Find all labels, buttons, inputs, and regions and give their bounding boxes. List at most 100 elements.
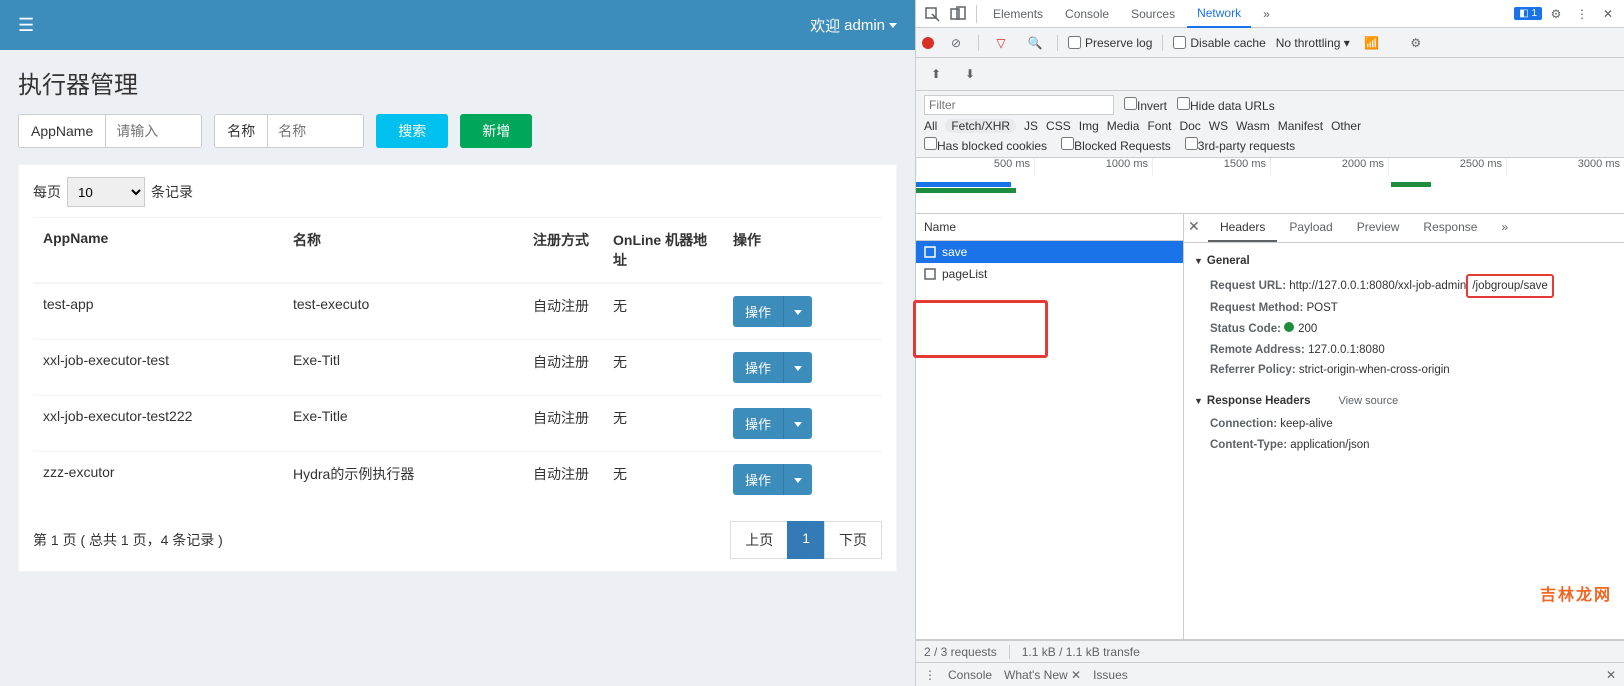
hide-urls-ck[interactable]: Hide data URLs (1177, 97, 1275, 113)
download-icon[interactable]: ⬇ (958, 62, 982, 86)
table-row: test-apptest-executo自动注册无操作 (33, 283, 882, 340)
detail-body: General Request URL: http://127.0.0.1:80… (1184, 243, 1624, 639)
tab-network[interactable]: Network (1187, 0, 1251, 28)
filter-input[interactable] (924, 95, 1114, 115)
search-button[interactable]: 搜索 (376, 114, 448, 148)
action-button[interactable]: 操作 (733, 408, 783, 439)
gear-icon[interactable]: ⚙ (1544, 2, 1568, 26)
table-footer: 第 1 页 ( 总共 1 页，4 条记录 ) 上页 1 下页 (33, 521, 882, 559)
tab-elements[interactable]: Elements (983, 0, 1053, 28)
type-filters: All Fetch/XHR JS CSS Img Media Font Doc WS Wasm Ma… (924, 119, 1616, 133)
device-icon[interactable] (946, 2, 970, 26)
tab-more[interactable]: » (1253, 0, 1280, 28)
action-caret[interactable] (783, 408, 812, 439)
dtab-payload[interactable]: Payload (1277, 214, 1344, 242)
disable-cache-ck[interactable]: Disable cache (1173, 36, 1265, 50)
extra-filter-ck[interactable]: Has blocked cookies (924, 137, 1047, 153)
type-filter[interactable]: Doc (1179, 119, 1200, 133)
record-button[interactable] (922, 37, 934, 49)
request-item[interactable]: save (916, 241, 1183, 263)
extra-filters: Has blocked cookies Blocked Requests 3rd-p… (924, 137, 1616, 153)
type-filter[interactable]: Font (1147, 119, 1171, 133)
add-button[interactable]: 新增 (460, 114, 532, 148)
type-filter[interactable]: Fetch/XHR (945, 119, 1016, 133)
network-toolbar: ⊘ ▽ 🔍 Preserve log Disable cache No thro… (916, 28, 1624, 58)
name-label: 名称 (215, 115, 268, 147)
clear-icon[interactable]: ⊘ (944, 31, 968, 55)
tab-sources[interactable]: Sources (1121, 0, 1185, 28)
close-detail-icon[interactable]: ✕ (1188, 218, 1200, 235)
devtools-tabs: Elements Console Sources Network » ◧ 1 ⚙… (916, 0, 1624, 28)
close-devtools-icon[interactable]: ✕ (1596, 2, 1620, 26)
tab-console[interactable]: Console (1055, 0, 1119, 28)
extra-filter-ck[interactable]: 3rd-party requests (1185, 137, 1295, 153)
appname-label: AppName (19, 115, 106, 147)
action-button[interactable]: 操作 (733, 296, 783, 327)
page-size-prefix: 每页 (33, 182, 61, 202)
type-filter[interactable]: Img (1079, 119, 1099, 133)
action-caret[interactable] (783, 296, 812, 327)
type-filter[interactable]: JS (1024, 119, 1038, 133)
dtab-headers[interactable]: Headers (1208, 214, 1277, 242)
prev-page[interactable]: 上页 (730, 521, 788, 559)
hamburger-icon[interactable]: ☰ (18, 15, 34, 36)
issue-badge[interactable]: ◧ 1 (1514, 7, 1542, 20)
user-menu[interactable]: 欢迎 admin (810, 15, 897, 36)
wifi-icon[interactable]: 📶 (1360, 31, 1384, 55)
watermark: 吉林龙网 (1540, 581, 1612, 605)
request-item[interactable]: pageList (916, 263, 1183, 285)
search-icon[interactable]: 🔍 (1023, 31, 1047, 55)
preserve-log-ck[interactable]: Preserve log (1068, 36, 1152, 50)
inspect-icon[interactable] (920, 2, 944, 26)
action-caret[interactable] (783, 352, 812, 383)
next-page[interactable]: 下页 (824, 521, 882, 559)
name-input[interactable] (268, 115, 363, 147)
dtab-response[interactable]: Response (1411, 214, 1489, 242)
invert-ck[interactable]: Invert (1124, 97, 1167, 113)
throttle-select[interactable]: No throttling ▾ (1276, 36, 1350, 50)
upload-icon[interactable]: ⬆ (924, 62, 948, 86)
appname-group: AppName (18, 114, 202, 148)
type-filter[interactable]: All (924, 119, 937, 133)
type-filter[interactable]: Other (1331, 119, 1361, 133)
dtab-more[interactable]: » (1489, 214, 1520, 242)
devtools-pane: Elements Console Sources Network » ◧ 1 ⚙… (915, 0, 1624, 686)
executor-table: AppName 名称 注册方式 OnLine 机器地址 操作 test-appt… (33, 217, 882, 507)
type-filter[interactable]: CSS (1046, 119, 1071, 133)
resp-headers-section[interactable]: Response HeadersView source (1194, 391, 1614, 412)
drawer-console[interactable]: Console (948, 668, 992, 682)
view-source-link[interactable]: View source (1338, 392, 1398, 412)
request-detail: ✕ Headers Payload Preview Response » Gen… (1184, 214, 1624, 639)
filter-icon[interactable]: ▽ (989, 31, 1013, 55)
action-caret[interactable] (783, 464, 812, 495)
th-online: OnLine 机器地址 (603, 218, 723, 284)
action-button[interactable]: 操作 (733, 464, 783, 495)
type-filter[interactable]: WS (1209, 119, 1228, 133)
page-size-select[interactable]: 10 (67, 177, 145, 207)
waterfall[interactable]: 500 ms1000 ms1500 ms2000 ms2500 ms3000 m… (916, 158, 1624, 214)
table-row: xxl-job-executor-test222Exe-Title自动注册无操作 (33, 396, 882, 452)
drawer-whatsnew[interactable]: What's New ✕ (1004, 668, 1081, 682)
th-name: 名称 (283, 218, 523, 284)
table-row: xxl-job-executor-testExe-Titl自动注册无操作 (33, 340, 882, 396)
topbar: ☰ 欢迎 admin (0, 0, 915, 50)
th-appname: AppName (33, 218, 283, 284)
extra-filter-ck[interactable]: Blocked Requests (1061, 137, 1171, 153)
dtab-preview[interactable]: Preview (1345, 214, 1412, 242)
appname-input[interactable] (106, 115, 201, 147)
gear-icon-2[interactable]: ⚙ (1404, 31, 1428, 55)
general-section[interactable]: General (1194, 251, 1614, 272)
req-list-header: Name (916, 214, 1183, 241)
drawer-kebab[interactable]: ⋮ (924, 668, 936, 682)
request-list: Name savepageList (916, 214, 1184, 639)
action-button[interactable]: 操作 (733, 352, 783, 383)
type-filter[interactable]: Wasm (1236, 119, 1270, 133)
drawer-close-icon[interactable]: ✕ (1606, 668, 1616, 682)
page-1[interactable]: 1 (787, 521, 825, 559)
drawer: ⋮ Console What's New ✕ Issues ✕ (916, 662, 1624, 686)
status-bar: 2 / 3 requests 1.1 kB / 1.1 kB transfe (916, 640, 1624, 662)
drawer-issues[interactable]: Issues (1093, 668, 1128, 682)
type-filter[interactable]: Media (1107, 119, 1140, 133)
kebab-icon[interactable]: ⋮ (1570, 2, 1594, 26)
type-filter[interactable]: Manifest (1278, 119, 1323, 133)
